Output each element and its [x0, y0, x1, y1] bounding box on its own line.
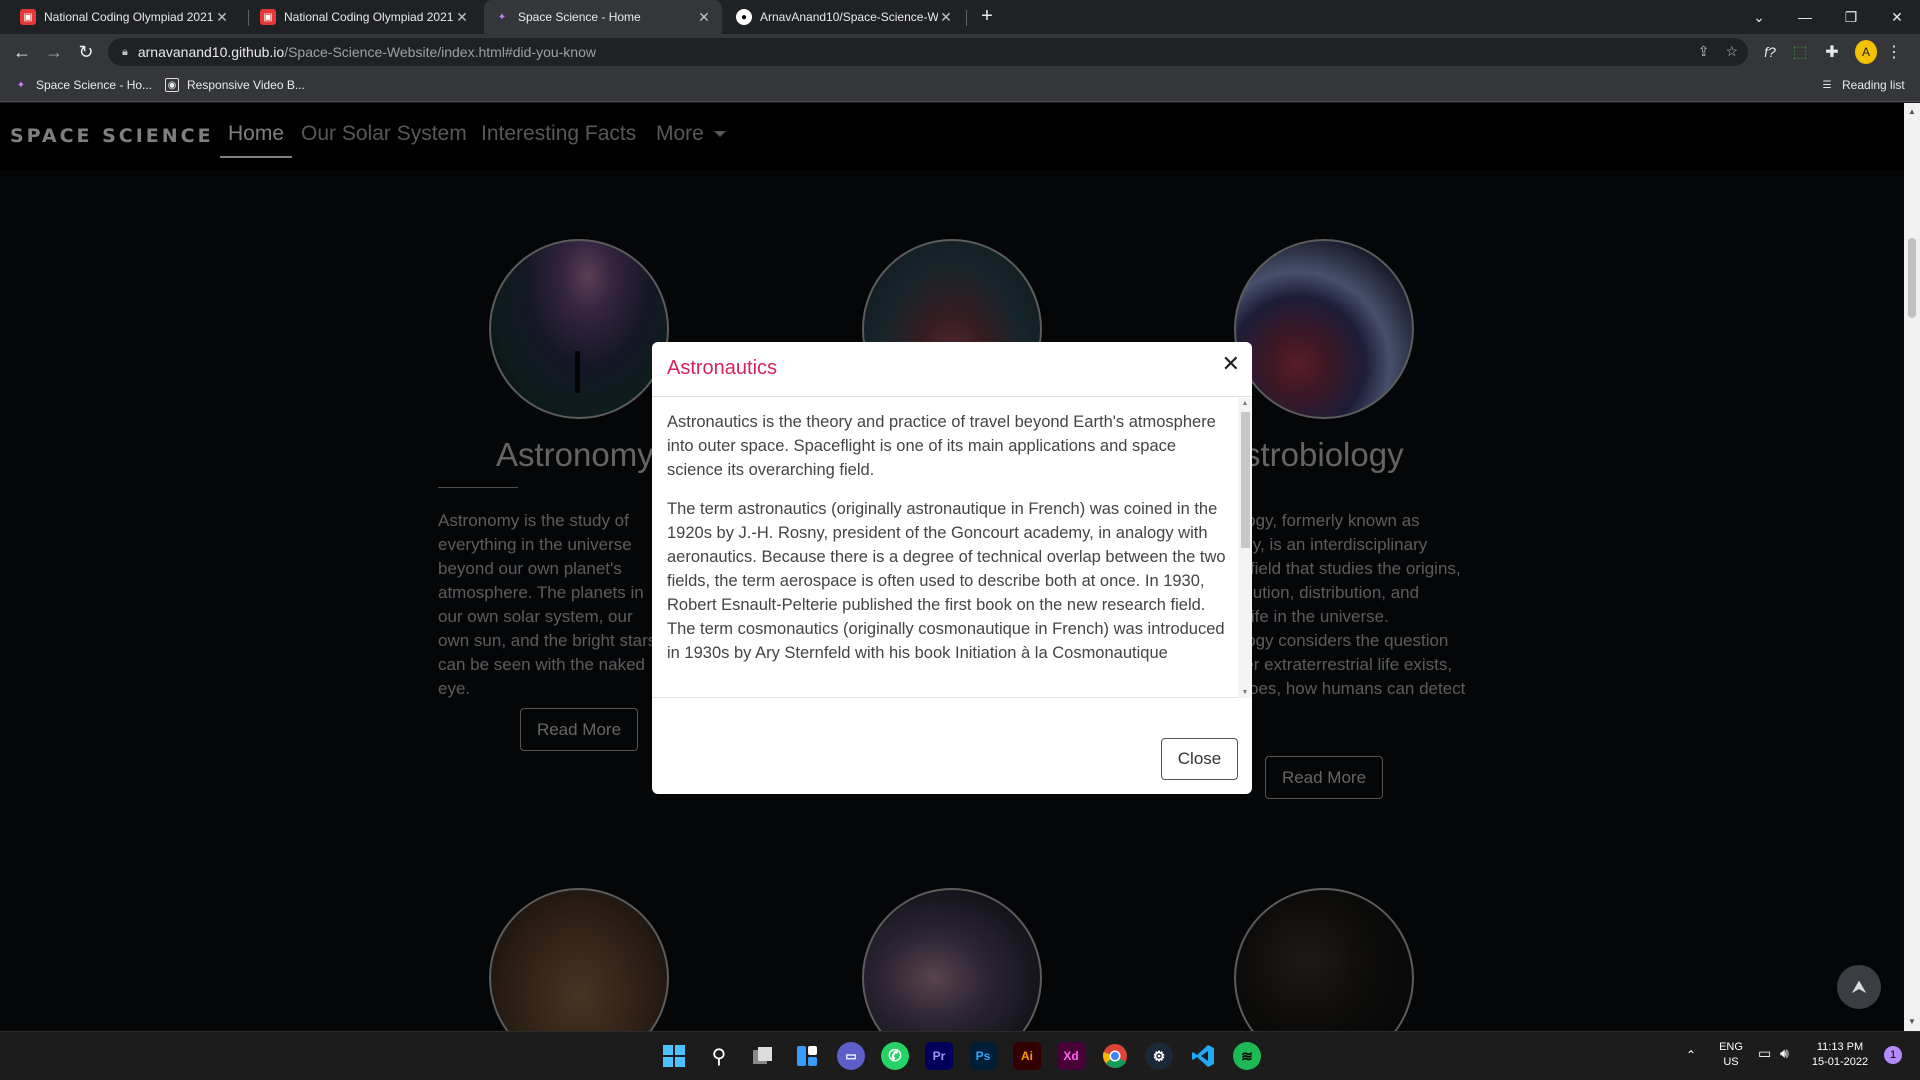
close-window-icon[interactable]: ✕	[1874, 0, 1920, 34]
modal-scrollbar-thumb[interactable]	[1241, 412, 1250, 548]
page-scrollbar[interactable]: ▲ ▼	[1904, 103, 1920, 1031]
double-chevron-up-icon: ⮝	[1851, 976, 1867, 997]
tab-title: Space Science - Home	[518, 10, 641, 24]
menu-kebab-icon[interactable]: ⋮	[1886, 40, 1902, 64]
reading-list-label: Reading list	[1842, 78, 1905, 92]
chrome-icon[interactable]	[1101, 1042, 1129, 1070]
profile-avatar[interactable]: A	[1855, 40, 1877, 64]
bookmark-star-icon[interactable]: ☆	[1725, 43, 1738, 60]
modal-scroll-down-icon[interactable]: ▼	[1238, 689, 1252, 696]
video-favicon-icon: ◉	[165, 78, 179, 92]
tab-github-repo[interactable]: ● ArnavAnand10/Space-Science-W ✕	[726, 0, 964, 34]
language-indicator[interactable]: ENG US	[1716, 1040, 1746, 1070]
reload-icon[interactable]: ↻	[74, 40, 98, 64]
address-bar[interactable]: 🔒︎ arnavanand10.github.io/Space-Science-…	[108, 38, 1748, 66]
astronautics-modal: Astronautics ✕ Astronautics is the theor…	[652, 342, 1252, 794]
vscode-icon[interactable]	[1189, 1042, 1217, 1070]
bookmark-label: Space Science - Ho...	[36, 78, 153, 92]
back-arrow-icon[interactable]: ←	[10, 40, 34, 64]
steam-icon[interactable]: ⚙	[1145, 1042, 1173, 1070]
spotify-icon[interactable]: ≋	[1233, 1042, 1261, 1070]
lock-icon: 🔒︎	[122, 45, 128, 58]
tab-title: ArnavAnand10/Space-Science-W	[760, 10, 938, 24]
url-path: /Space-Science-Website/index.html#did-yo…	[284, 44, 596, 60]
close-tab-icon[interactable]: ✕	[696, 9, 712, 26]
scroll-up-arrow-icon[interactable]: ▲	[1904, 105, 1920, 119]
task-view-icon[interactable]	[749, 1042, 777, 1070]
premiere-pro-icon[interactable]: Pr	[925, 1042, 953, 1070]
tab-search-chevron-icon[interactable]: ⌄	[1736, 0, 1782, 34]
clock-date: 15-01-2022	[1811, 1056, 1869, 1068]
teams-chat-icon[interactable]: ▭	[837, 1042, 865, 1070]
tab-national-coding-1[interactable]: ▣ National Coding Olympiad 2021 ✕	[10, 0, 240, 34]
tab-title: National Coding Olympiad 2021	[284, 10, 454, 24]
extension-dotted-icon[interactable]: ⬚	[1790, 40, 1810, 64]
show-hidden-icons-chevron[interactable]: ⌃	[1686, 1048, 1696, 1063]
share-icon[interactable]: ⇪	[1698, 43, 1710, 60]
reading-list-icon: ☰	[1822, 79, 1832, 91]
language-code: ENG	[1719, 1041, 1743, 1053]
photoshop-icon[interactable]: Ps	[969, 1042, 997, 1070]
bookmark-space-science[interactable]: ✦ Space Science - Ho...	[14, 78, 152, 92]
bookmark-label: Responsive Video B...	[187, 78, 305, 92]
extensions-puzzle-icon[interactable]: ✚	[1822, 40, 1842, 64]
restore-icon[interactable]: ❐	[1828, 0, 1874, 34]
volume-icon[interactable]: 🔊︎	[1780, 1046, 1789, 1061]
close-tab-icon[interactable]: ✕	[938, 9, 954, 26]
browser-toolbar: ← → ↻ 🔒︎ arnavanand10.github.io/Space-Sc…	[0, 34, 1920, 70]
modal-scrollbar[interactable]: ▲ ▼	[1238, 398, 1252, 698]
clock-time: 11:13 PM	[1816, 1041, 1864, 1053]
close-icon[interactable]: ✕	[1222, 351, 1240, 377]
close-tab-icon[interactable]: ✕	[454, 9, 470, 26]
browser-tab-strip: ▣ National Coding Olympiad 2021 ✕ ▣ Nati…	[0, 0, 1920, 34]
url-host: arnavanand10.github.io	[137, 44, 285, 60]
modal-paragraph-1: Astronautics is the theory and practice …	[667, 413, 1216, 479]
tab-title: National Coding Olympiad 2021	[44, 10, 214, 24]
reading-list-button[interactable]: ☰ Reading list	[1820, 78, 1905, 92]
forward-arrow-icon[interactable]: →	[42, 40, 66, 64]
tab-national-coding-2[interactable]: ▣ National Coding Olympiad 2021 ✕	[250, 0, 480, 34]
widgets-icon[interactable]	[793, 1042, 821, 1070]
clock[interactable]: 11:13 PM 15-01-2022	[1808, 1040, 1872, 1070]
github-icon: ●	[736, 9, 752, 25]
modal-paragraph-2: The term astronautics (originally astron…	[667, 500, 1226, 662]
search-icon[interactable]: ⚲	[705, 1042, 733, 1070]
tab-space-science-home[interactable]: ✦ Space Science - Home ✕	[484, 0, 722, 34]
space-favicon-icon: ✦	[497, 11, 507, 23]
modal-scroll-up-icon[interactable]: ▲	[1238, 400, 1252, 407]
scroll-down-arrow-icon[interactable]: ▼	[1904, 1015, 1920, 1029]
xd-icon[interactable]: Xd	[1057, 1042, 1085, 1070]
minimize-icon[interactable]: —	[1782, 0, 1828, 34]
bookmark-responsive-video[interactable]: ◉ Responsive Video B...	[165, 78, 305, 92]
scroll-to-top-button[interactable]: ⮝	[1837, 965, 1881, 1009]
network-icon[interactable]: ▭	[1758, 1046, 1771, 1061]
windows-taskbar: ⚲ ▭ ✆ Pr Ps Ai Xd ⚙ ≋ ⌃ ENG US ▭ 🔊︎ 11:1…	[0, 1031, 1920, 1080]
bookmarks-bar: ✦ Space Science - Ho... ◉ Responsive Vid…	[0, 70, 1920, 102]
formula-extension-icon[interactable]: f?	[1760, 40, 1780, 64]
modal-close-button[interactable]: Close	[1161, 738, 1238, 780]
region-code: US	[1723, 1056, 1739, 1068]
page-scrollbar-thumb[interactable]	[1908, 238, 1916, 318]
modal-body: Astronautics is the theory and practice …	[652, 398, 1252, 698]
olympiad-favicon-icon: ▣	[260, 9, 276, 25]
close-tab-icon[interactable]: ✕	[214, 9, 230, 26]
illustrator-icon[interactable]: Ai	[1013, 1042, 1041, 1070]
windows-start-icon[interactable]	[660, 1042, 688, 1070]
modal-title: Astronautics	[667, 357, 778, 379]
notification-badge[interactable]: 1	[1884, 1046, 1902, 1064]
olympiad-favicon-icon: ▣	[20, 9, 36, 25]
new-tab-plus-icon[interactable]: +	[976, 6, 998, 28]
modal-header: Astronautics ✕	[652, 342, 1252, 397]
whatsapp-icon[interactable]: ✆	[881, 1042, 909, 1070]
space-favicon-icon: ✦	[16, 79, 26, 91]
